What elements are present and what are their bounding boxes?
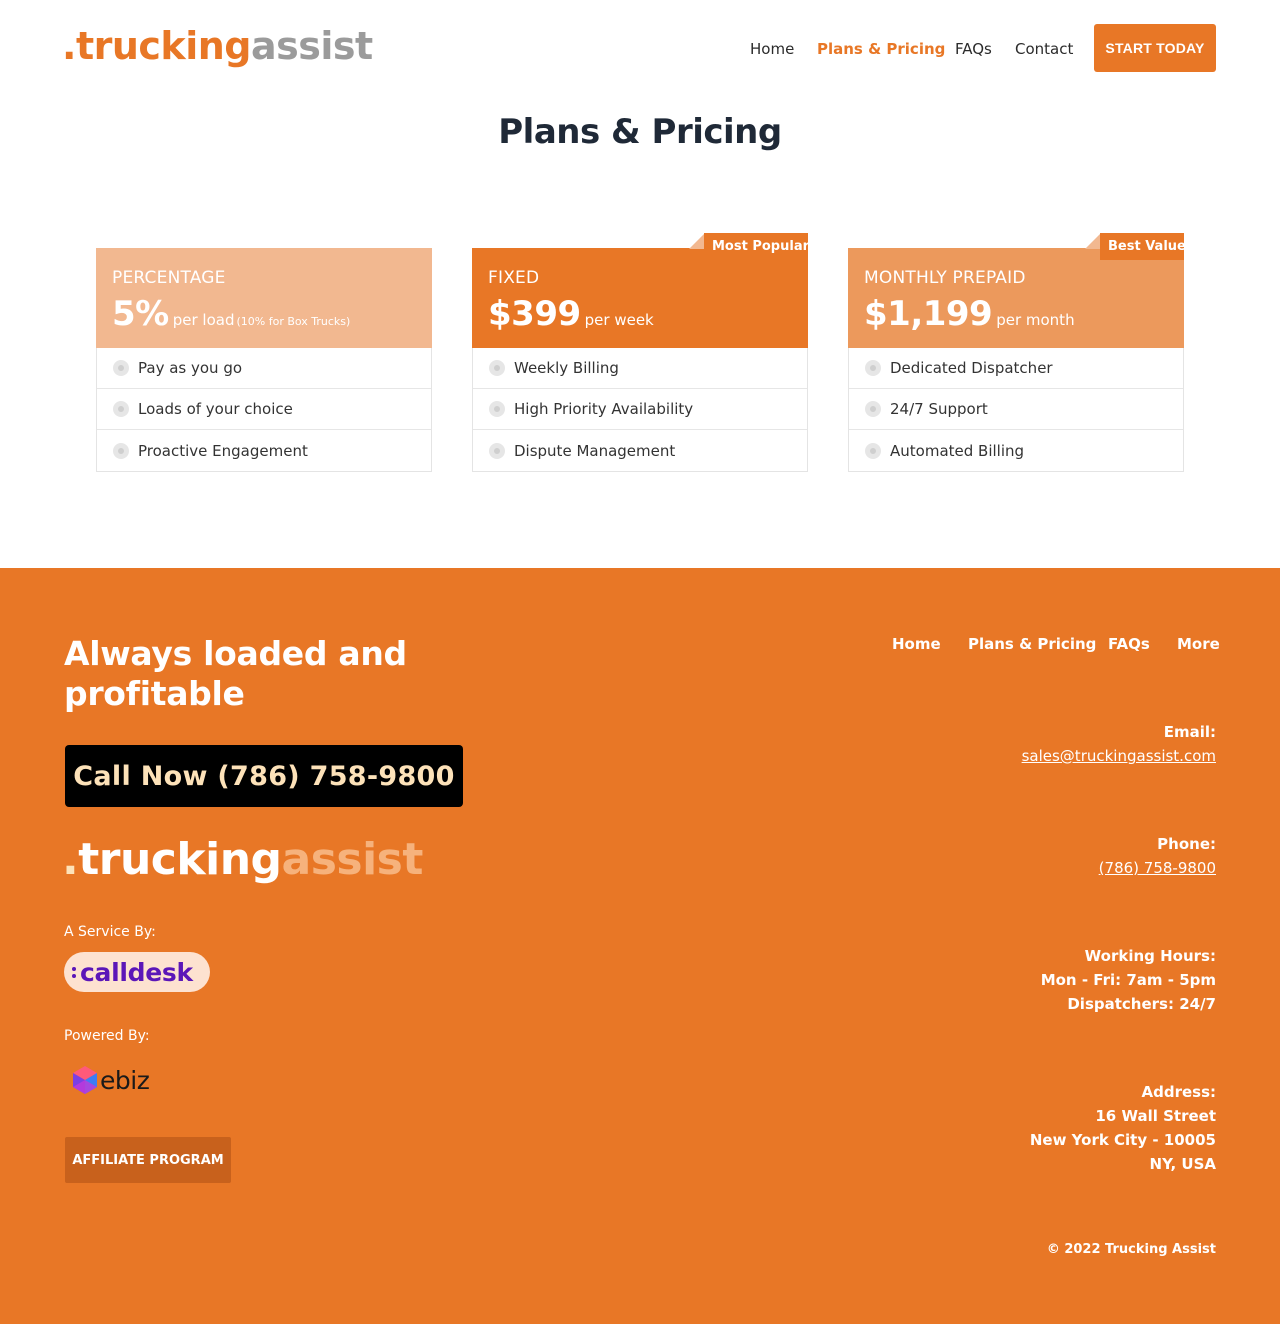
footer-nav-home[interactable]: Home bbox=[892, 635, 941, 653]
plan-card-percentage: PERCENTAGE 5% per load (10% for Box Trucks… bbox=[96, 248, 432, 472]
plan-feature: Weekly Billing bbox=[473, 348, 807, 389]
plan-price-unit: per month bbox=[996, 311, 1075, 329]
calldesk-wordmark: calldesk bbox=[80, 957, 193, 987]
hours-label: Working Hours: bbox=[1084, 947, 1216, 965]
site-header: .truckingassist Home Plans & Pricing FAQ… bbox=[0, 0, 1280, 96]
plan-price: 5% bbox=[112, 294, 169, 334]
plan-price: $399 bbox=[488, 294, 581, 334]
plan-feature: Pay as you go bbox=[97, 348, 431, 389]
plan-feature-list: Pay as you go Loads of your choice Proac… bbox=[97, 348, 431, 471]
best-value-ribbon: Best Value bbox=[1100, 233, 1186, 260]
plan-feature-list: Weekly Billing High Priority Availabilit… bbox=[473, 348, 807, 471]
plan-feature: Dispute Management bbox=[473, 430, 807, 471]
radio-dot-icon bbox=[865, 442, 881, 459]
site-footer: Always loaded and profitable Call Now (7… bbox=[0, 568, 1280, 1324]
radio-dot-icon bbox=[489, 442, 505, 459]
radio-dot-icon bbox=[113, 360, 129, 376]
hours-line: Mon - Fri: 7am - 5pm bbox=[1040, 971, 1216, 989]
contact-phone: Phone: (786) 758-9800 bbox=[1099, 832, 1216, 880]
phone-label: Phone: bbox=[1157, 835, 1216, 853]
plan-card-monthly-prepaid: MONTHLY PREPAID $1,199 per month Best Val… bbox=[848, 233, 1186, 472]
logo-word-assist: assist bbox=[281, 834, 424, 885]
plan-feature-label: Dedicated Dispatcher bbox=[890, 359, 1053, 377]
plan-name: PERCENTAGE bbox=[112, 268, 226, 288]
radio-dot-icon bbox=[113, 442, 129, 459]
page-title: Plans & Pricing bbox=[498, 112, 782, 152]
hours-line: Dispatchers: 24/7 bbox=[1067, 995, 1216, 1013]
footer-nav-faqs[interactable]: FAQs bbox=[1108, 635, 1150, 653]
plan-feature: Automated Billing bbox=[849, 430, 1183, 471]
radio-dot-icon bbox=[113, 401, 129, 417]
plan-price-unit: per load bbox=[172, 311, 235, 329]
footer-logo[interactable]: .truckingassist bbox=[62, 832, 423, 888]
powered-by-label: Powered By: bbox=[64, 1028, 150, 1044]
affiliate-program-button[interactable]: AFFILIATE PROGRAM bbox=[65, 1137, 231, 1183]
service-by-label: A Service By: bbox=[64, 924, 156, 940]
plan-price: $1,199 bbox=[864, 294, 993, 334]
email-link[interactable]: sales@truckingassist.com bbox=[1022, 744, 1216, 768]
ebiz-cube-icon bbox=[73, 1066, 97, 1094]
plan-feature: 24/7 Support bbox=[849, 389, 1183, 430]
address-line: NY, USA bbox=[1149, 1155, 1216, 1173]
ebiz-logo[interactable]: ebiz bbox=[72, 1064, 150, 1096]
plan-feature-label: Pay as you go bbox=[138, 359, 243, 377]
calldesk-logo[interactable]: calldesk bbox=[64, 952, 210, 992]
ribbon-fold bbox=[689, 233, 705, 249]
plan-feature-label: Automated Billing bbox=[890, 441, 1025, 460]
address-line: New York City - 10005 bbox=[1029, 1131, 1216, 1149]
plan-card-fixed: FIXED $399 per week Most Popular Weekly B… bbox=[472, 233, 809, 472]
start-today-button[interactable]: START TODAY bbox=[1094, 24, 1216, 72]
plan-card-header: FIXED $399 per week bbox=[472, 248, 808, 348]
nav-faqs[interactable]: FAQs bbox=[955, 38, 992, 60]
plan-card-header: PERCENTAGE 5% per load (10% for Box Trucks… bbox=[96, 248, 432, 348]
plan-price-note: (10% for Box Trucks) bbox=[236, 315, 351, 328]
address-line: 16 Wall Street bbox=[1095, 1107, 1216, 1125]
radio-dot-icon bbox=[865, 401, 881, 417]
address: Address: 16 Wall Street New York City - … bbox=[1030, 1080, 1216, 1176]
radio-dot-icon bbox=[489, 401, 505, 417]
most-popular-ribbon: Most Popular bbox=[704, 233, 809, 260]
logo-dot: . bbox=[62, 834, 79, 885]
plan-feature-label: Loads of your choice bbox=[138, 400, 293, 418]
footer-nav-more[interactable]: More bbox=[1177, 635, 1220, 653]
plan-feature: Dedicated Dispatcher bbox=[849, 348, 1183, 389]
plan-feature-label: Dispute Management bbox=[514, 441, 676, 460]
address-label: Address: bbox=[1141, 1083, 1216, 1101]
plan-price-row: $1,199 per month bbox=[864, 294, 1075, 334]
main-nav: Home Plans & Pricing FAQs Contact bbox=[0, 38, 1280, 60]
footer-nav: Home Plans & Pricing FAQs More bbox=[0, 635, 1220, 655]
plan-feature-label: Weekly Billing bbox=[514, 359, 619, 377]
call-now-button[interactable]: Call Now (786) 758-9800 bbox=[65, 745, 463, 807]
phone-link[interactable]: (786) 758-9800 bbox=[1099, 856, 1216, 880]
nav-plans-pricing[interactable]: Plans & Pricing bbox=[817, 38, 945, 60]
plan-feature-label: Proactive Engagement bbox=[138, 441, 308, 460]
plan-feature: Proactive Engagement bbox=[97, 430, 431, 471]
radio-dot-icon bbox=[489, 360, 505, 376]
working-hours: Working Hours: Mon - Fri: 7am - 5pm Disp… bbox=[1041, 944, 1216, 1016]
email-label: Email: bbox=[1163, 723, 1216, 741]
contact-email: Email: sales@truckingassist.com bbox=[1022, 720, 1216, 768]
plan-feature: Loads of your choice bbox=[97, 389, 431, 430]
plan-feature-label: High Priority Availability bbox=[514, 400, 694, 418]
plan-feature-list: Dedicated Dispatcher 24/7 Support Automa… bbox=[849, 348, 1183, 471]
logo-word-trucking: trucking bbox=[78, 834, 282, 885]
plan-feature-label: 24/7 Support bbox=[890, 400, 988, 418]
ribbon-fold bbox=[1085, 233, 1101, 249]
copyright: © 2022 Trucking Assist bbox=[1046, 1242, 1216, 1257]
plan-price-unit: per week bbox=[584, 311, 654, 329]
ebiz-wordmark: ebiz bbox=[100, 1065, 150, 1095]
radio-dot-icon bbox=[865, 360, 881, 376]
footer-nav-plans-pricing[interactable]: Plans & Pricing bbox=[968, 635, 1096, 653]
nav-home[interactable]: Home bbox=[750, 38, 794, 60]
nav-contact[interactable]: Contact bbox=[1015, 38, 1073, 60]
plan-name: FIXED bbox=[488, 268, 540, 288]
plan-price-row: $399 per week bbox=[488, 294, 654, 334]
plan-feature: High Priority Availability bbox=[473, 389, 807, 430]
plan-card-header: MONTHLY PREPAID $1,199 per month bbox=[848, 248, 1184, 348]
calldesk-dots-icon bbox=[72, 965, 78, 979]
plan-name: MONTHLY PREPAID bbox=[864, 268, 1026, 288]
plan-price-row: 5% per load (10% for Box Trucks) bbox=[112, 294, 350, 334]
